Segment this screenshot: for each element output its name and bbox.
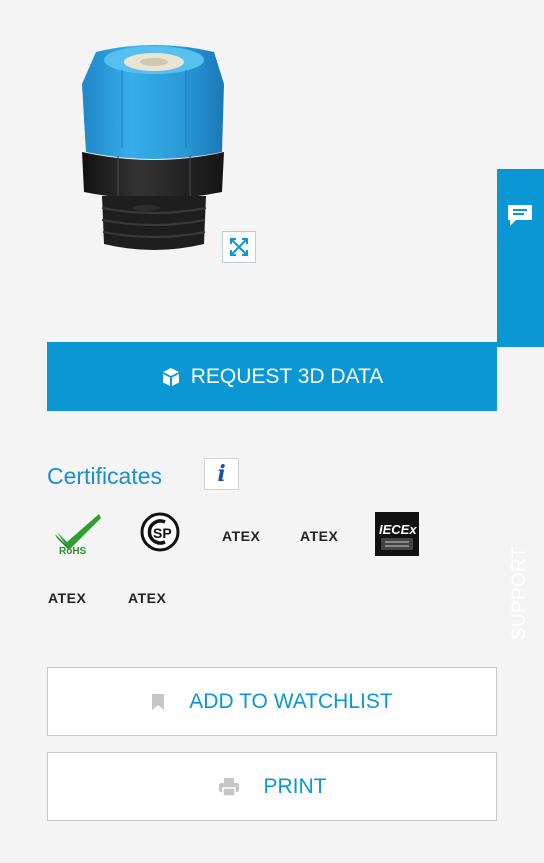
svg-text:SP: SP bbox=[153, 525, 172, 541]
print-button[interactable]: PRINT bbox=[47, 752, 497, 821]
add-to-watchlist-button[interactable]: ADD TO WATCHLIST bbox=[47, 667, 497, 736]
support-label: SUPPORT bbox=[509, 546, 530, 640]
print-label: PRINT bbox=[263, 774, 327, 798]
csa-logo: SP bbox=[140, 512, 180, 552]
product-image[interactable] bbox=[74, 40, 236, 252]
rohs-logo: RoHS bbox=[47, 510, 111, 557]
atex-logo: ATEX bbox=[300, 528, 339, 544]
cube-icon bbox=[162, 367, 179, 386]
info-icon: i bbox=[217, 461, 226, 487]
iecex-logo: IECEx bbox=[375, 512, 419, 556]
atex-logo: ATEX bbox=[128, 590, 167, 606]
svg-text:IECEx: IECEx bbox=[379, 522, 417, 537]
svg-text:RoHS: RoHS bbox=[59, 546, 87, 556]
add-to-watchlist-label: ADD TO WATCHLIST bbox=[189, 689, 393, 713]
support-tab[interactable]: SUPPORT bbox=[497, 169, 544, 640]
expand-icon bbox=[230, 238, 248, 256]
certificates-heading: Certificates bbox=[47, 463, 163, 489]
atex-logo: ATEX bbox=[48, 590, 87, 606]
request-3d-data-button[interactable]: REQUEST 3D DATA bbox=[47, 342, 497, 411]
zoom-button[interactable] bbox=[222, 231, 256, 263]
info-button[interactable]: i bbox=[204, 458, 239, 490]
atex-logo: ATEX bbox=[222, 528, 261, 544]
bookmark-icon bbox=[152, 693, 165, 710]
request-3d-data-label: REQUEST 3D DATA bbox=[190, 364, 384, 388]
printer-icon bbox=[218, 777, 239, 797]
chat-icon bbox=[508, 205, 532, 226]
